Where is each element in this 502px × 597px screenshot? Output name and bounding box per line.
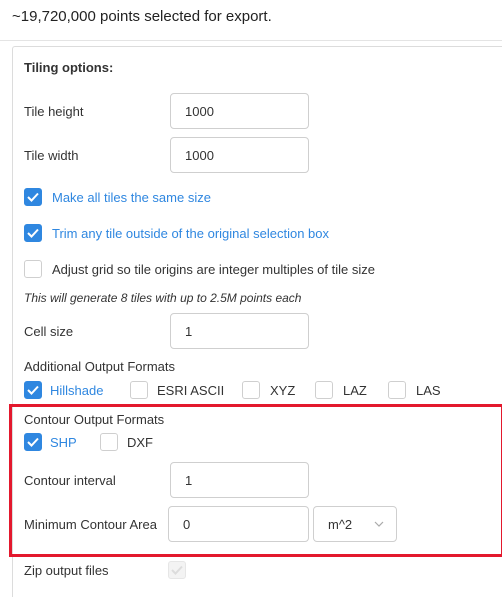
tile-height-label: Tile height [24, 104, 84, 119]
trim-checkbox[interactable] [24, 224, 42, 242]
las-checkbox[interactable] [388, 381, 406, 399]
cell-size-label: Cell size [24, 324, 74, 339]
contour-highlight-box [9, 404, 502, 557]
trim-label[interactable]: Trim any tile outside of the original se… [52, 226, 329, 241]
same-size-checkbox[interactable] [24, 188, 42, 206]
check-icon [171, 565, 183, 575]
selection-summary: ~19,720,000 points selected for export. [12, 8, 272, 25]
hillshade-checkbox[interactable] [24, 381, 42, 399]
check-icon [27, 228, 39, 238]
laz-checkbox[interactable] [315, 381, 333, 399]
zip-output-checkbox[interactable] [168, 561, 186, 579]
check-icon [27, 192, 39, 202]
tiles-info-text: This will generate 8 tiles with up to 2.… [24, 291, 302, 305]
zip-output-label: Zip output files [24, 563, 109, 578]
esri-ascii-label[interactable]: ESRI ASCII [157, 383, 224, 398]
xyz-label[interactable]: XYZ [270, 383, 295, 398]
same-size-label[interactable]: Make all tiles the same size [52, 190, 211, 205]
tile-width-input[interactable]: 1000 [170, 137, 309, 173]
esri-ascii-checkbox[interactable] [130, 381, 148, 399]
hillshade-label[interactable]: Hillshade [50, 383, 103, 398]
cell-size-input[interactable]: 1 [170, 313, 309, 349]
xyz-checkbox[interactable] [242, 381, 260, 399]
additional-formats-title: Additional Output Formats [24, 359, 176, 374]
check-icon [27, 385, 39, 395]
adjust-grid-checkbox[interactable] [24, 260, 42, 278]
tile-width-label: Tile width [24, 148, 79, 163]
las-label[interactable]: LAS [416, 383, 441, 398]
laz-label[interactable]: LAZ [343, 383, 367, 398]
adjust-grid-label[interactable]: Adjust grid so tile origins are integer … [52, 262, 375, 277]
tiling-options-title: Tiling options: [24, 60, 114, 75]
divider [0, 40, 502, 41]
tile-height-input[interactable]: 1000 [170, 93, 309, 129]
